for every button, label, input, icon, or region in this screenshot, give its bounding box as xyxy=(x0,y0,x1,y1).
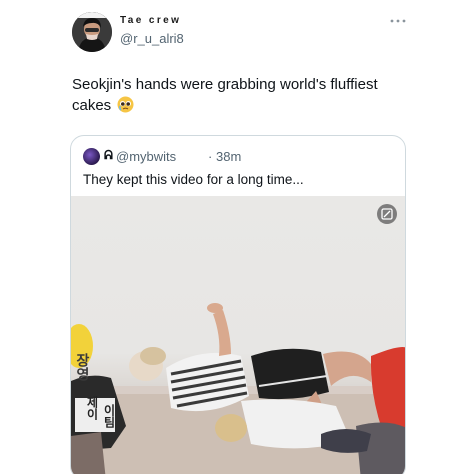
author-avatar[interactable] xyxy=(72,12,112,52)
pleading-face-icon xyxy=(117,96,134,119)
quoted-author-handle[interactable]: @mybwits xyxy=(116,149,176,164)
tweet-text: Seokjin's hands were grabbing world's fl… xyxy=(72,74,412,119)
quoted-author-name[interactable]: ᕱ xyxy=(104,148,113,163)
meta-separator: · xyxy=(208,149,213,164)
more-horizontal-icon[interactable] xyxy=(388,14,408,26)
overlay-caption-2: 제이 xyxy=(85,396,99,420)
quoted-author-avatar[interactable] xyxy=(83,148,100,165)
gif-toggle-icon[interactable] xyxy=(377,204,397,224)
overlay-caption-1: 장영 xyxy=(75,353,91,381)
quoted-media-video[interactable]: 장영 제이 이팀 xyxy=(71,196,405,474)
quoted-timestamp[interactable]: 38m xyxy=(216,149,241,164)
quoted-tweet-text: They kept this video for a long time... xyxy=(83,172,304,187)
author-handle[interactable]: @r_u_alri8 xyxy=(120,31,184,46)
tweet: Tae crew @r_u_alri8 Seokjin's hands were… xyxy=(0,0,474,474)
author-display-name[interactable]: Tae crew xyxy=(120,15,181,26)
overlay-caption-3: 이팀 xyxy=(102,404,116,428)
quoted-tweet-card[interactable]: ᕱ @mybwits · 38m They kept this video fo… xyxy=(70,135,406,474)
